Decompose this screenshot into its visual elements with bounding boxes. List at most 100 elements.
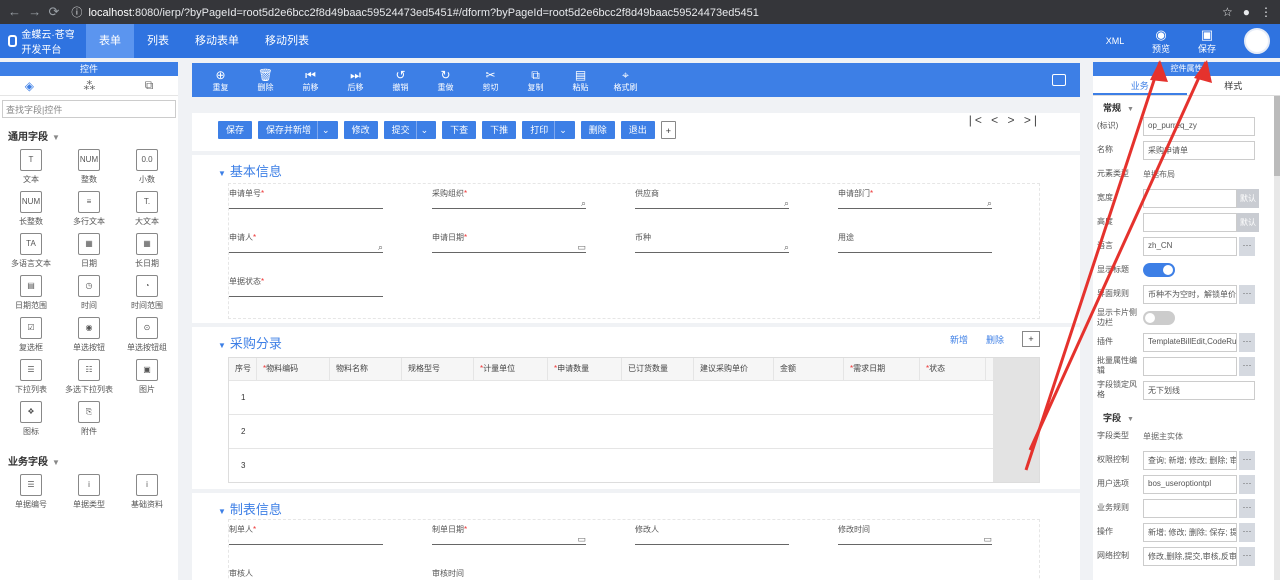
field-input-line[interactable] [229,252,383,253]
entry-plus-button[interactable]: + [1022,331,1040,347]
preview-button[interactable]: ◉ 预览 [1138,27,1184,55]
more-button[interactable]: ··· [1239,546,1255,566]
column-header[interactable]: 金额 [774,358,844,380]
toolbar-button[interactable]: ⏭ 后移 [333,68,378,93]
column-header[interactable]: 已订货数量 [622,358,694,380]
form-field[interactable]: 申请部门* ⌕ [838,188,992,209]
layers-icon[interactable]: ◈ [25,79,34,93]
table-row[interactable]: 3 [229,448,993,482]
form-field[interactable]: 申请单号* [229,188,383,209]
star-icon[interactable]: ☆ [1222,5,1233,19]
form-field[interactable]: 修改时间 ▭ [838,524,992,545]
more-button[interactable]: ··· [1239,236,1255,256]
calendar-icon[interactable]: ▭ [577,242,586,253]
form-field[interactable]: 审核时间 [432,568,586,579]
more-button[interactable]: ··· [1239,450,1255,470]
entry-add-button[interactable]: 新增 [950,333,968,346]
property-input[interactable]: 采购申请单 [1143,140,1255,160]
field-input-line[interactable] [838,544,992,545]
search-icon[interactable]: ⌕ [987,198,992,209]
search-icon[interactable]: ⌕ [581,198,586,209]
tab-mobile-list[interactable]: 移动列表 [252,24,322,58]
default-button[interactable]: 默认 [1237,212,1259,232]
entry-delete-button[interactable]: 删除 [986,333,1004,346]
chevron-down-icon[interactable]: ⌄ [554,121,567,139]
column-header[interactable]: 序号 [229,358,257,380]
property-input[interactable]: 币种不为空时，解锁单价，变 [1143,284,1237,304]
field-input-line[interactable] [635,252,789,253]
toggle-switch[interactable] [1143,263,1175,277]
section-title[interactable]: ▼ 采购分录 [192,327,1080,352]
action-button[interactable]: 退出 [620,121,655,139]
toolbar-button[interactable]: ⌖ 格式刷 [603,68,648,93]
control-search-input[interactable]: 查找字段|控件 [2,100,176,118]
column-header[interactable]: *状态 [920,358,986,380]
control-item[interactable]: T. 大文本 [118,191,176,227]
tab-business[interactable]: 业务 [1093,76,1187,95]
control-item[interactable]: ◉ 单选按钮 [60,317,118,353]
action-button[interactable]: 保存 [218,121,253,139]
field-input-line[interactable] [229,208,383,209]
prop-group-general[interactable]: 常规 ▼ [1093,96,1280,114]
property-input[interactable] [1143,188,1237,208]
default-button[interactable]: 默认 [1237,188,1259,208]
column-header[interactable]: *计量单位 [474,358,548,380]
toolbar-button[interactable]: 🗑 删除 [243,68,288,93]
toggle-switch[interactable] [1143,311,1175,325]
action-button[interactable]: 修改 [343,121,378,139]
control-item[interactable]: ▦ 长日期 [118,233,176,269]
tab-list[interactable]: 列表 [134,24,182,58]
column-header[interactable]: *申请数量 [548,358,622,380]
form-field[interactable]: 制单日期* ▭ [432,524,586,545]
form-field[interactable]: 修改人 [635,524,789,545]
action-button[interactable]: 下查 [442,121,477,139]
avatar[interactable] [1244,28,1270,54]
table-row[interactable]: 1 [229,380,993,414]
form-field[interactable]: 单据状态* [229,276,383,297]
property-input[interactable]: 新增; 修改; 删除; 保存; 提交; [1143,522,1237,542]
more-button[interactable]: ··· [1239,356,1255,376]
form-field[interactable]: 制单人* [229,524,383,545]
property-input[interactable]: op_purreq_zy [1143,116,1255,136]
form-field[interactable]: 申请人* ⌕ [229,232,383,253]
calendar-icon[interactable]: ▭ [577,534,586,545]
toolbar-button[interactable]: ⊕ 重复 [198,68,243,93]
control-item[interactable]: i 单据类型 [60,474,118,510]
field-input-line[interactable] [838,208,992,209]
record-pager[interactable]: |< < > >| [969,113,1040,127]
control-item[interactable]: ◷ 时间 [60,275,118,311]
toolbar-button[interactable]: ↺ 撤销 [378,68,423,93]
chevron-down-icon[interactable]: ⌄ [317,121,330,139]
add-button[interactable]: + [660,121,677,139]
toolbar-button[interactable]: ↻ 重做 [423,68,468,93]
more-button[interactable]: ··· [1239,332,1255,352]
form-field[interactable]: 审核人 [229,568,383,579]
save-button[interactable]: ▣ 保存 [1184,27,1230,55]
control-item[interactable]: ☰ 单据编号 [2,474,60,510]
more-button[interactable]: ··· [1239,498,1255,518]
property-input[interactable]: 无下划线 [1143,380,1255,400]
property-input[interactable] [1143,356,1237,376]
menu-icon[interactable]: ⋮ [1260,5,1272,19]
search-icon[interactable]: ⌕ [784,242,789,253]
control-item[interactable]: i 基础资料 [118,474,176,510]
control-item[interactable]: ❖ 图标 [2,401,60,437]
more-button[interactable]: ··· [1239,284,1255,304]
property-input[interactable]: TemplateBillEdit,CodeRule [1143,332,1237,352]
field-input-line[interactable] [229,296,383,297]
property-input[interactable]: 修改,删除,提交,审核,反审核, [1143,546,1237,566]
action-button[interactable]: 下推 [482,121,517,139]
control-item[interactable]: ▣ 图片 [118,359,176,395]
control-item[interactable]: ▤ 日期范围 [2,275,60,311]
toolbar-button[interactable]: ⧉ 复制 [513,68,558,93]
account-icon[interactable]: ● [1243,5,1250,19]
group-business-fields[interactable]: 业务字段 ▼ [0,447,178,474]
column-header[interactable]: 物料名称 [330,358,402,380]
expand-icon[interactable] [1052,74,1066,86]
tab-form[interactable]: 表单 [86,24,134,58]
copy-icon[interactable]: ⧉ [145,78,154,93]
column-header[interactable]: *物料编码 [257,358,330,380]
tab-mobile-form[interactable]: 移动表单 [182,24,252,58]
xml-button[interactable]: XML [1092,36,1138,46]
toolbar-button[interactable]: ▤ 粘贴 [558,68,603,93]
